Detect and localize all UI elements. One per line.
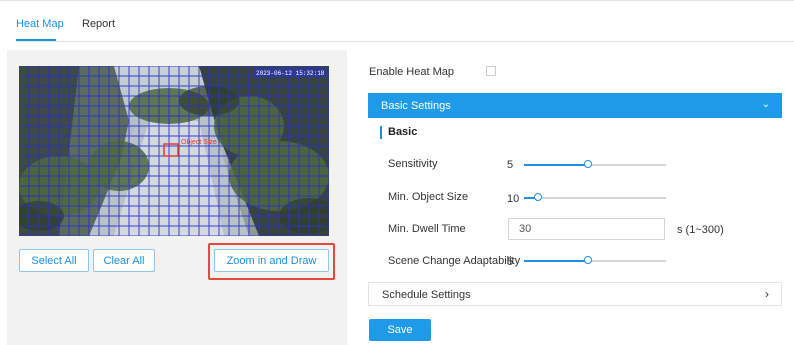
select-all-button[interactable]: Select All (19, 249, 89, 272)
basic-settings-title: Basic Settings (381, 100, 451, 112)
sensitivity-slider-fill (524, 164, 588, 166)
sensitivity-label: Sensitivity (388, 158, 438, 170)
min-object-size-value: 10 (507, 193, 520, 205)
tab-report[interactable]: Report (82, 18, 115, 30)
active-tab-indicator (16, 39, 56, 41)
preview-panel: Object Size 2023-06-12 15:32:18 Select A… (7, 50, 347, 345)
min-object-size-slider-thumb[interactable] (534, 193, 542, 201)
sensitivity-slider-thumb[interactable] (584, 160, 592, 168)
scene-change-value: 5 (507, 256, 514, 268)
scene-change-slider-fill (524, 260, 588, 262)
min-object-size-label: Min. Object Size (388, 191, 469, 203)
chevron-down-icon: ⌄ (761, 99, 770, 110)
min-dwell-time-input[interactable]: 30 (508, 218, 665, 240)
camera-scene: Object Size 2023-06-12 15:32:18 (19, 66, 329, 236)
min-dwell-time-label: Min. Dwell Time (388, 223, 466, 235)
tab-bar: Heat Map Report (16, 14, 794, 42)
basic-settings-header[interactable]: Basic Settings ⌄ (368, 93, 782, 118)
sensitivity-value: 5 (507, 159, 514, 171)
camera-preview[interactable]: Object Size 2023-06-12 15:32:18 (19, 66, 329, 236)
scene-change-label: Scene Change Adaptability (388, 255, 521, 267)
min-object-size-slider-track[interactable] (524, 197, 666, 199)
clear-all-button[interactable]: Clear All (93, 249, 155, 272)
scene-change-slider-thumb[interactable] (584, 256, 592, 264)
zoom-in-and-draw-button[interactable]: Zoom in and Draw (214, 249, 329, 272)
top-divider (0, 0, 794, 7)
tab-heat-map[interactable]: Heat Map (16, 18, 64, 30)
schedule-settings-header[interactable]: Schedule Settings › (368, 282, 782, 306)
chevron-right-icon: › (765, 287, 769, 301)
min-dwell-time-unit: s (1~300) (677, 224, 724, 236)
save-button[interactable]: Save (369, 319, 431, 341)
object-size-overlay: Object Size (181, 139, 217, 146)
enable-heat-map-label: Enable Heat Map (369, 66, 454, 78)
basic-subheading: Basic (380, 126, 417, 139)
enable-heat-map-checkbox[interactable] (486, 66, 496, 76)
timestamp-overlay: 2023-06-12 15:32:18 (256, 70, 325, 77)
schedule-settings-title: Schedule Settings (382, 289, 471, 301)
